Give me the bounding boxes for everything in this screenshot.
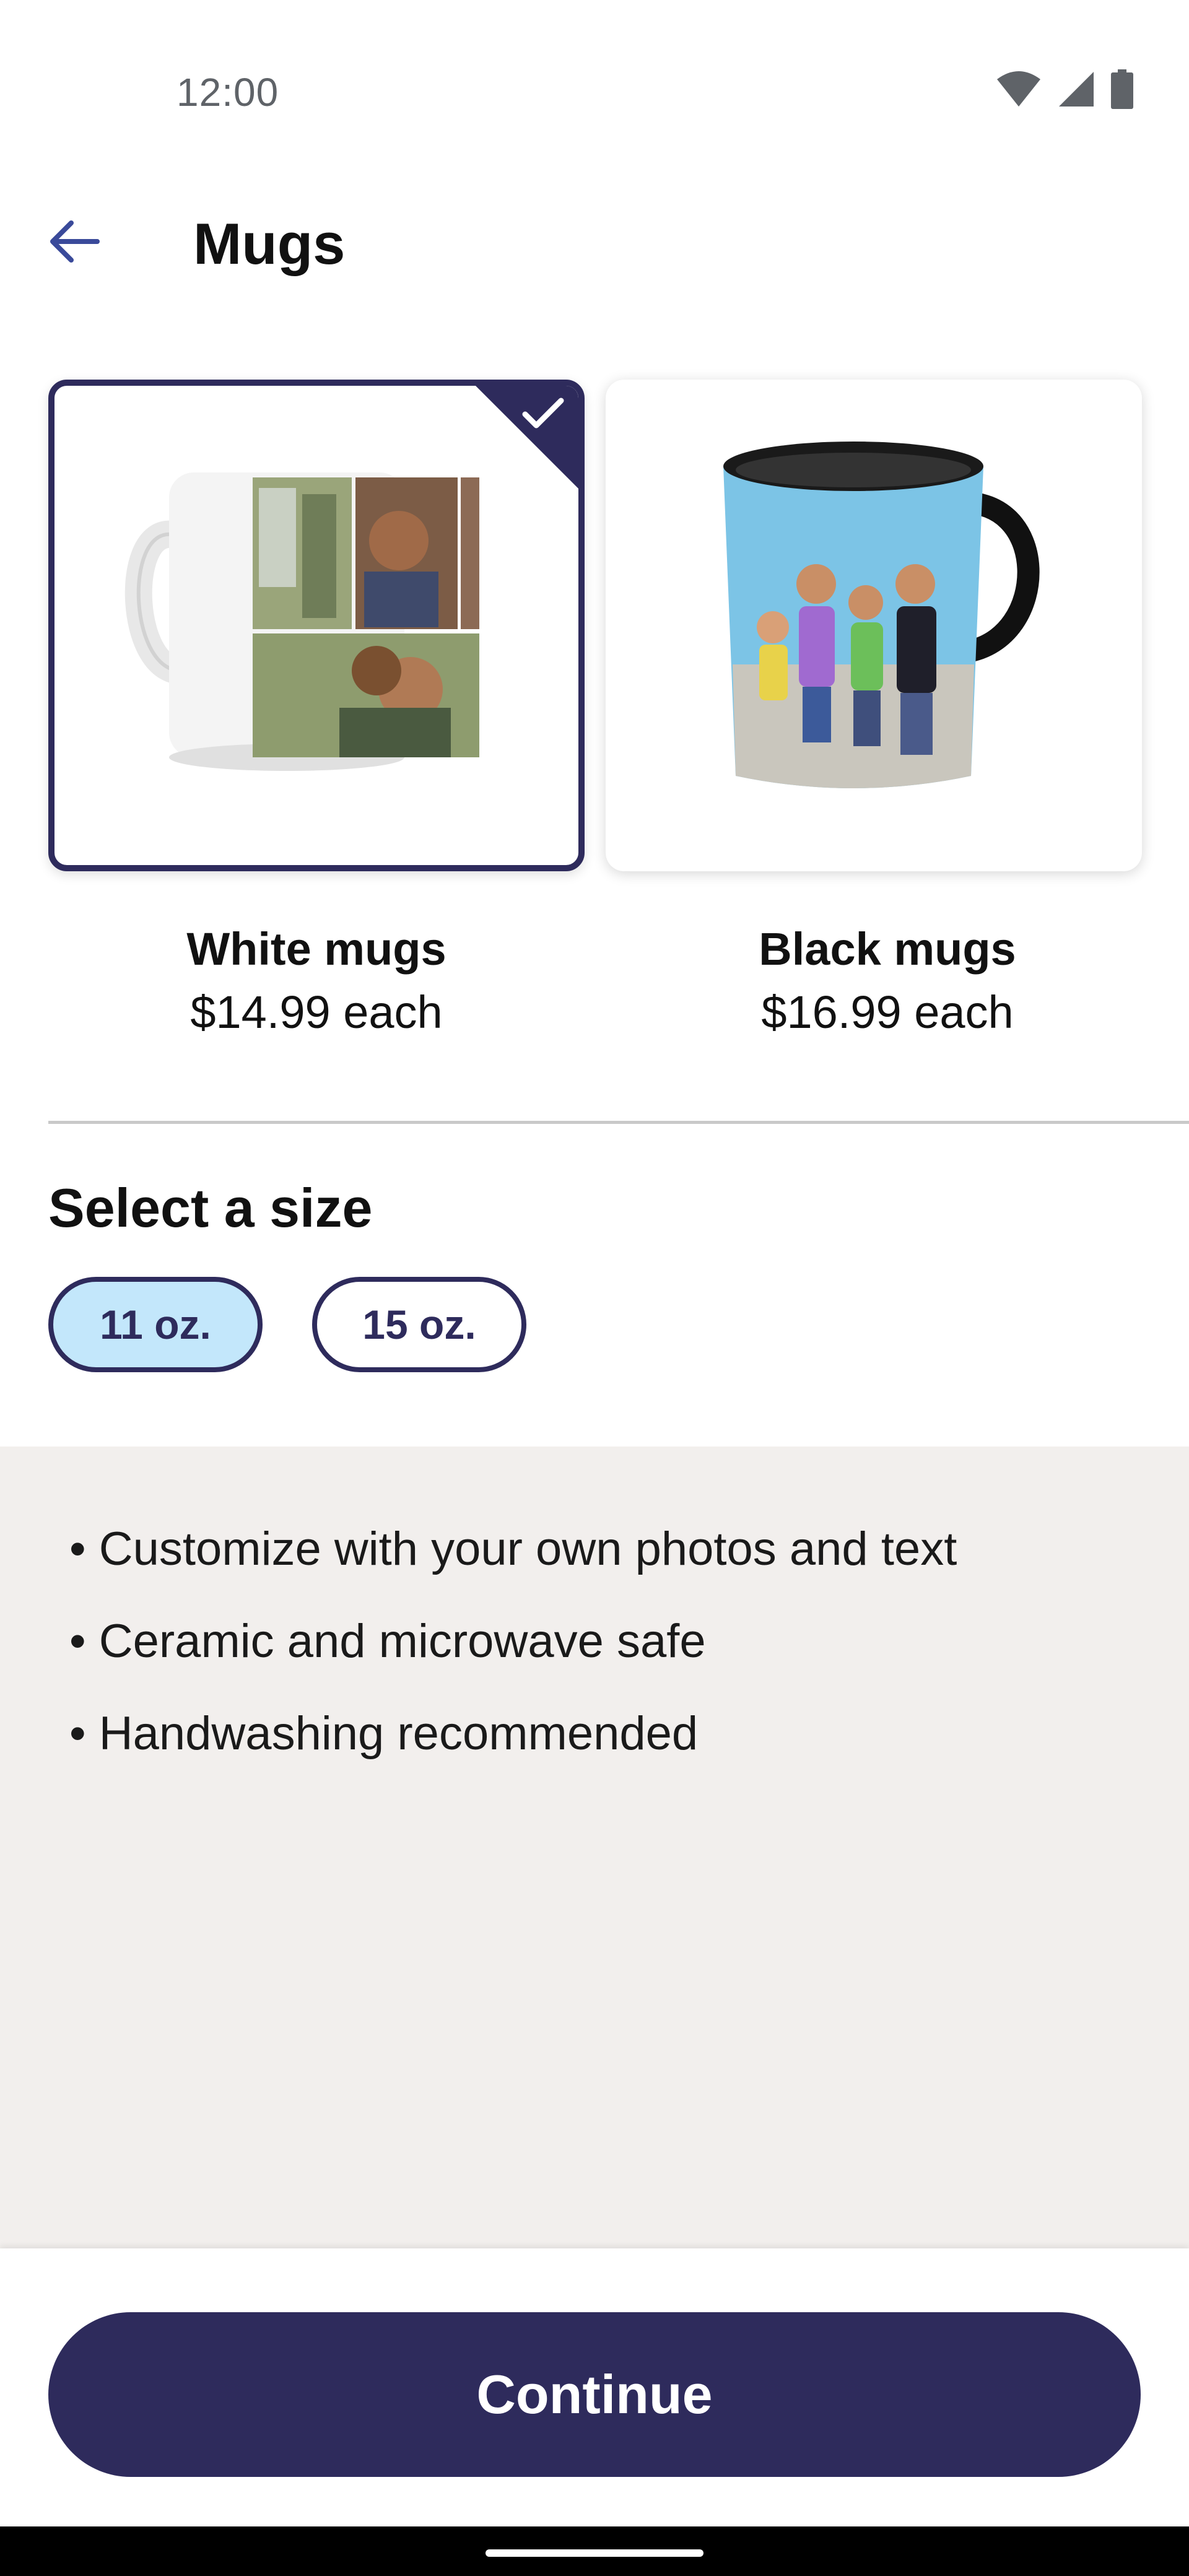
- size-chip-11oz[interactable]: 11 oz.: [48, 1277, 263, 1372]
- feature-item: • Ceramic and microwave safe: [69, 1615, 706, 1668]
- home-gesture-handle[interactable]: [486, 2549, 703, 2557]
- checkmark-icon: [476, 386, 578, 489]
- arrow-left-icon: [50, 220, 100, 263]
- battery-icon: [1111, 69, 1133, 109]
- status-time: 12:00: [176, 70, 279, 115]
- page-title: Mugs: [193, 211, 346, 276]
- black-mug-image: [723, 442, 1040, 788]
- divider: [48, 1121, 1189, 1124]
- continue-button[interactable]: Continue: [48, 2312, 1141, 2477]
- wifi-icon: [997, 71, 1040, 107]
- size-chip-15oz[interactable]: 15 oz.: [312, 1277, 526, 1372]
- cellular-signal-icon: [1059, 72, 1094, 107]
- white-mugs-name: White mugs: [186, 923, 446, 975]
- status-bar: 12:00: [0, 0, 1189, 186]
- feature-item: • Handwashing recommended: [69, 1707, 699, 1760]
- status-icons: [996, 69, 1133, 109]
- selected-check-badge: [474, 386, 578, 490]
- white-mugs-price: $14.99 each: [190, 986, 443, 1038]
- top-app-bar: Mugs: [0, 192, 1189, 291]
- black-mugs-price: $16.99 each: [761, 986, 1014, 1038]
- feature-item: • Customize with your own photos and tex…: [69, 1523, 957, 1575]
- black-mugs-card[interactable]: [606, 380, 1142, 871]
- features-panel: • Customize with your own photos and tex…: [0, 1447, 1189, 2248]
- white-mugs-card[interactable]: [48, 380, 585, 871]
- size-heading: Select a size: [48, 1177, 373, 1238]
- back-button[interactable]: [37, 204, 111, 279]
- black-mugs-name: Black mugs: [759, 923, 1016, 975]
